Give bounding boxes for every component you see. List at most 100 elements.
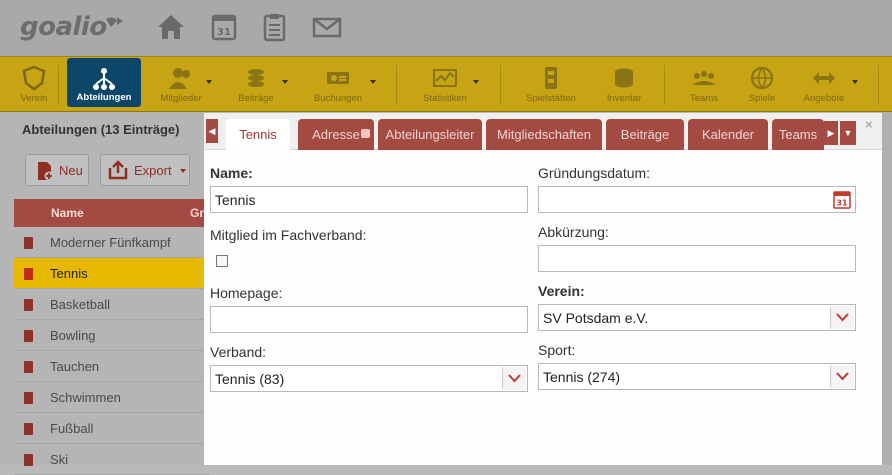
statistiken-caret-icon[interactable] (473, 80, 479, 84)
fachverband-label: Mitglied im Fachverband: (210, 227, 367, 243)
mitglieder-caret-icon[interactable] (206, 80, 212, 84)
tab-scroll-right-icon[interactable]: ▶ (824, 121, 838, 145)
clipboard-icon[interactable] (260, 12, 290, 42)
list-item[interactable]: Tennis (14, 258, 210, 289)
list-item[interactable]: Bowling (14, 320, 210, 351)
tab-label: Kalender (701, 127, 755, 142)
toolbar-separator (396, 65, 397, 105)
list-item-name: Fußball (50, 421, 94, 436)
toolbar-inventar-label: Inventar (606, 93, 642, 104)
export-caret-icon (180, 169, 186, 173)
ball-icon (750, 66, 774, 90)
home-icon[interactable] (156, 12, 186, 42)
verein-select-value: SV Potsdam e.V. (543, 310, 649, 326)
coins-icon (248, 69, 264, 87)
tab-tennis[interactable]: Tennis (226, 119, 290, 151)
tab-label: Beiträge (620, 127, 670, 142)
new-button[interactable]: Neu (25, 154, 89, 186)
abteilungen-list-panel: Abteilungen (13 Einträge) Neu Export Nam… (0, 112, 210, 475)
toolbar-verein-label: Verein (20, 93, 48, 104)
verband-select[interactable]: Tennis (83) (210, 365, 528, 392)
toolbar-spiele[interactable]: Spiele (742, 57, 782, 113)
verein-dropdown-button[interactable] (830, 306, 854, 329)
close-icon[interactable]: × (865, 117, 873, 132)
mail-icon[interactable] (312, 12, 342, 42)
toolbar-mitglieder[interactable]: Mitglieder (156, 57, 206, 113)
new-button-label: Neu (59, 163, 83, 178)
tab-abteilungsleiter[interactable]: Abteilungsleiter (378, 119, 482, 150)
list-item-name: Schwimmen (50, 390, 121, 405)
list-item[interactable]: Moderner Fünfkampf (14, 227, 210, 258)
hierarchy-icon (93, 68, 115, 90)
column-header-name[interactable]: Name (51, 206, 84, 220)
export-icon (108, 160, 128, 180)
tab-beitrge[interactable]: Beiträge (606, 119, 684, 150)
sport-dropdown-button[interactable] (830, 365, 854, 388)
name-input[interactable]: Tennis (210, 186, 528, 213)
buchungen-caret-icon[interactable] (370, 80, 376, 84)
tab-kalender[interactable]: Kalender (688, 119, 768, 150)
angebote-caret-icon[interactable] (852, 80, 858, 84)
calendar-day-text: 31 (217, 27, 231, 38)
book-icon (24, 392, 33, 404)
list-title: Abteilungen (13 Einträge) (22, 122, 180, 137)
stadium-icon (545, 67, 557, 89)
list-item[interactable]: Ski (14, 444, 210, 475)
gruendungsdatum-input[interactable]: 31 (538, 186, 856, 213)
book-icon (24, 268, 33, 280)
name-input-value: Tennis (215, 192, 256, 208)
tab-teams[interactable]: Teams (772, 119, 824, 150)
toolbar-buchungen-label: Buchungen (313, 93, 363, 104)
date-picker-icon[interactable]: 31 (833, 190, 851, 209)
toolbar-angebote-label: Angebote (803, 93, 845, 104)
verein-select[interactable]: SV Potsdam e.V. (538, 304, 856, 331)
toolbar-abteilungen[interactable]: Abteilungen (67, 58, 141, 107)
list-item[interactable]: Basketball (14, 289, 210, 320)
book-icon (24, 361, 33, 373)
abteilung-edit-dialog: ◀ Tennis Adresse Abteilungsleiter Mitglieds… (204, 113, 882, 465)
export-button-label: Export (134, 163, 172, 178)
toolbar-beitraege[interactable]: Beiträge (232, 57, 280, 113)
list-item[interactable]: Fußball (14, 413, 210, 444)
sport-select[interactable]: Tennis (274) (538, 363, 856, 390)
toolbar-spielstaetten[interactable]: Spielstätten (520, 57, 582, 113)
toolbar-buchungen[interactable]: Buchungen (306, 57, 370, 113)
fachverband-checkbox[interactable] (216, 255, 228, 267)
tab-label: Teams (778, 127, 818, 142)
list-item-name: Basketball (50, 297, 110, 312)
homepage-input[interactable] (210, 306, 528, 333)
toolbar-angebote[interactable]: Angebote (796, 57, 852, 113)
list-header: Name Gr (14, 199, 210, 227)
verein-label: Verein: (538, 283, 585, 299)
team-icon (692, 71, 716, 85)
list-item[interactable]: Tauchen (14, 351, 210, 382)
tab-warning-icon (361, 129, 370, 138)
toolbar-beitraege-label: Beiträge (238, 93, 274, 104)
toolbar-statistiken[interactable]: Statistiken (416, 57, 474, 113)
toolbar-teams[interactable]: Teams (684, 57, 724, 113)
sport-label: Sport: (538, 342, 576, 358)
book-icon (24, 237, 33, 249)
toolbar-spiele-label: Spiele (748, 93, 776, 104)
verband-dropdown-button[interactable] (502, 367, 526, 390)
tab-label: Tennis (239, 127, 277, 142)
list-item[interactable]: Schwimmen (14, 382, 210, 413)
calendar-icon[interactable]: 31 (210, 12, 240, 42)
app-logo[interactable]: goalio (20, 12, 107, 42)
column-header-second[interactable]: Gr (190, 206, 204, 220)
list-item-name: Tauchen (50, 359, 100, 374)
tab-scroll-left-icon[interactable]: ◀ (206, 119, 218, 143)
toolbar-inventar[interactable]: Inventar (598, 57, 650, 113)
tab-menu-icon[interactable]: ▼ (840, 121, 856, 145)
tab-adresse[interactable]: Adresse (298, 119, 374, 150)
chevron-down-icon (836, 372, 849, 381)
beitraege-caret-icon[interactable] (282, 80, 288, 84)
gruendungsdatum-label: Gründungsdatum: (538, 165, 651, 181)
inventory-icon (615, 68, 633, 88)
toolbar-verein[interactable]: Verein (14, 57, 54, 113)
tab-mitgliedschaften[interactable]: Mitgliedschaften (486, 119, 602, 150)
toolbar-statistiken-label: Statistiken (423, 93, 467, 104)
export-button[interactable]: Export (100, 154, 190, 186)
abkuerzung-input[interactable] (538, 245, 856, 272)
name-label: Name: (210, 165, 253, 181)
